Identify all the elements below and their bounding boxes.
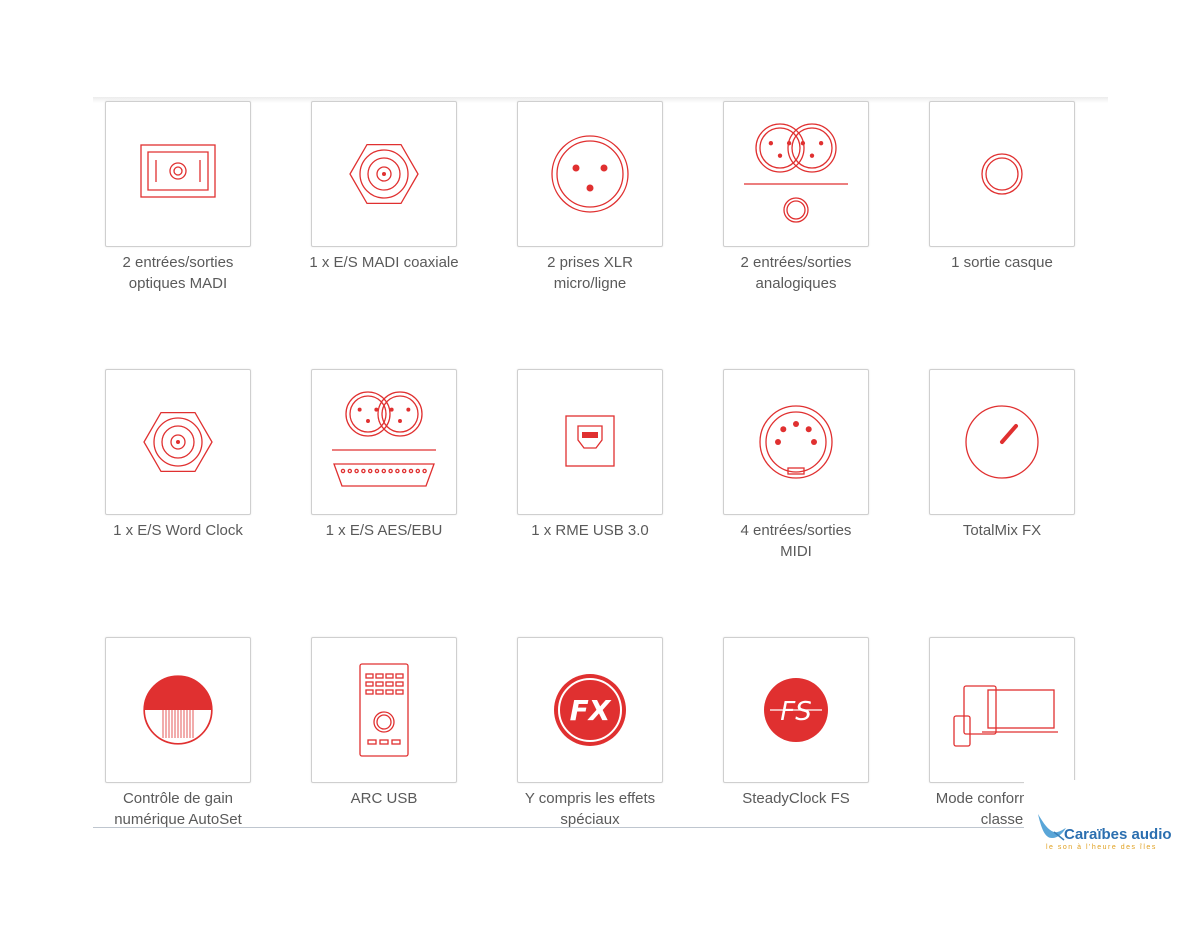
arc-usb-remote-icon: [359, 663, 409, 757]
feature-label: TotalMix FX: [899, 520, 1105, 541]
madi-optical-icon: [140, 144, 216, 198]
feature-icon-box: [517, 101, 663, 247]
feature-icon-box: [929, 101, 1075, 247]
feature-label: 2 entrées/sorties analogiques: [693, 252, 899, 294]
watermark-logo: Caraïbes audio le son à l'heure des îles: [1024, 780, 1200, 870]
feature-label-line: MIDI: [780, 543, 812, 560]
feature-icon-box: [929, 637, 1075, 783]
feature-label-line: micro/ligne: [553, 275, 627, 292]
feature-label: 1 x RME USB 3.0: [487, 520, 693, 541]
feature-icon-box: [517, 369, 663, 515]
watermark-brand: Caraïbes audio: [1064, 826, 1172, 843]
feature-label-line: SteadyClock FS: [742, 790, 850, 807]
watermark-tagline: le son à l'heure des îles: [1046, 844, 1157, 851]
feature-icon-box: FS: [723, 637, 869, 783]
xlr-icon: [551, 135, 629, 213]
analog-io-icon: [744, 123, 848, 223]
headphone-jack-icon: [981, 153, 1023, 195]
bnc-coaxial-icon: [349, 143, 419, 205]
feature-icon-box: [311, 637, 457, 783]
feature-label: 1 x E/S Word Clock: [75, 520, 281, 541]
feature-icon-box: [311, 101, 457, 247]
feature-label-line: 2 entrées/sorties: [122, 254, 234, 271]
feature-icon-box: 34.4" cy="109" r="1.6" fill="none" strok…: [311, 369, 457, 515]
fx-badge-icon: FX: [554, 674, 626, 746]
feature-icon-box: FX: [517, 637, 663, 783]
feature-icon-box: [105, 369, 251, 515]
feature-label: 1 x E/S AES/EBU: [281, 520, 487, 541]
feature-label: 2 prises XLR micro/ligne: [487, 252, 693, 294]
totalmix-knob-icon: [965, 405, 1039, 479]
feature-label-line: 2 prises XLR: [547, 254, 633, 271]
feature-icon-box: [105, 101, 251, 247]
feature-label-line: 2 entrées/sorties: [740, 254, 852, 271]
feature-icon-box: [723, 101, 869, 247]
feature-label: 1 sortie casque: [899, 252, 1105, 273]
feature-label: Contrôle de gain numérique AutoSet: [75, 788, 281, 830]
feature-label-line: optiques MADI: [128, 275, 228, 292]
autoset-gain-icon: [143, 675, 213, 745]
feature-label-line: Contrôle de gain: [122, 790, 234, 807]
usb-icon: [565, 415, 615, 467]
feature-label-line: 1 x E/S MADI coaxiale: [309, 254, 459, 271]
class-compliant-devices-icon: [953, 685, 1058, 747]
feature-label: 4 entrées/sorties MIDI: [693, 520, 899, 562]
feature-icon-box: [105, 637, 251, 783]
feature-icon-box: [723, 369, 869, 515]
svg-text:FS: FS: [780, 697, 811, 727]
word-clock-bnc-icon: [143, 411, 213, 473]
feature-label: 2 entrées/sorties optiques MADI: [75, 252, 281, 294]
feature-label-line: Y compris les effets: [524, 790, 656, 807]
feature-label-line: 1 x RME USB 3.0: [531, 522, 649, 539]
feature-label-line: numérique AutoSet: [114, 811, 242, 828]
feature-label-line: 1 x E/S AES/EBU: [325, 522, 443, 539]
svg-text:FX: FX: [570, 694, 612, 727]
feature-label-line: spéciaux: [560, 811, 620, 828]
feature-label: Y compris les effets spéciaux: [487, 788, 693, 830]
feature-label-line: 4 entrées/sorties: [740, 522, 852, 539]
feature-label-line: 1 x E/S Word Clock: [113, 522, 243, 539]
feature-label: 1 x E/S MADI coaxiale: [281, 252, 487, 273]
feature-label-line: 1 sortie casque: [951, 254, 1053, 271]
feature-icon-box: [929, 369, 1075, 515]
feature-label: SteadyClock FS: [693, 788, 899, 809]
steadyclock-fs-icon: FS: [764, 678, 828, 742]
feature-label: ARC USB: [281, 788, 487, 809]
feature-label-line: TotalMix FX: [962, 522, 1042, 539]
midi-din-icon: [759, 405, 833, 479]
feature-label-line: ARC USB: [350, 790, 418, 807]
feature-label-line: analogiques: [755, 275, 837, 292]
aes-ebu-icon: 34.4" cy="109" r="1.6" fill="none" strok…: [332, 391, 436, 487]
